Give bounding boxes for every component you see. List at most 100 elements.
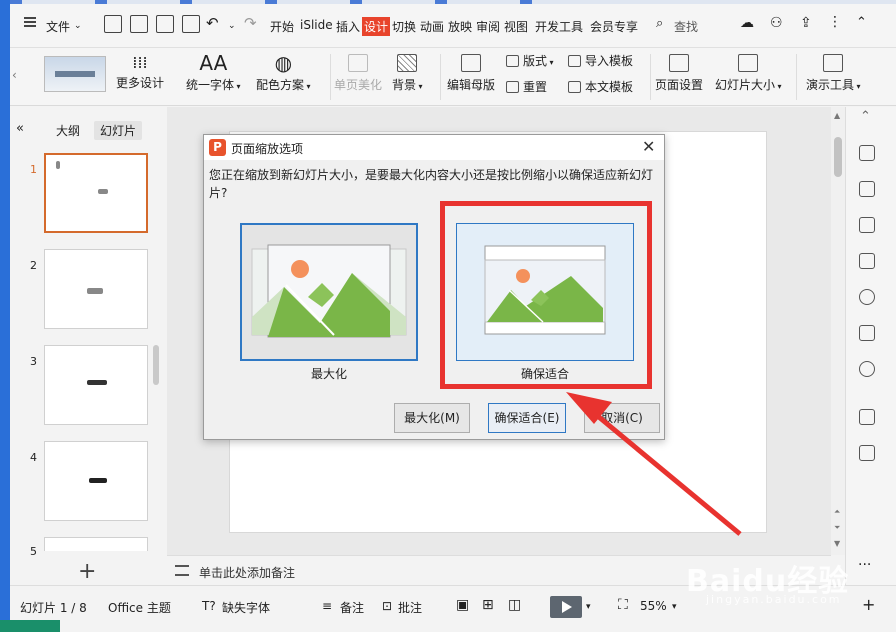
notes-toggle-button[interactable]: 备注 [340, 599, 364, 616]
design-template-thumbnail[interactable] [44, 56, 106, 92]
play-slideshow-button[interactable] [550, 596, 582, 618]
chevron-down-icon[interactable]: ⌄ [74, 21, 82, 31]
reading-icon[interactable] [859, 325, 875, 341]
previous-slide-icon[interactable]: ⏶ [834, 507, 840, 517]
theme-name[interactable]: Office 主题 [108, 599, 171, 616]
tab-review[interactable]: 审阅 [476, 18, 500, 35]
fit-window-icon[interactable]: ⛶ [618, 597, 628, 613]
collapse-ribbon-icon[interactable]: ⌃ [856, 15, 867, 30]
tab-developer[interactable]: 开发工具 [535, 18, 583, 35]
presenter-tools-button[interactable]: 演示工具 ▾ [806, 54, 861, 93]
zoom-dropdown-icon[interactable]: ▾ [672, 602, 677, 612]
undo-dropdown-icon[interactable]: ⌄ [228, 21, 236, 31]
maximize-option-label: 最大化 [310, 367, 347, 381]
ribbon-scroll-left-icon[interactable]: ‹ [12, 68, 17, 82]
font-icon: AA [199, 51, 228, 75]
watermark-url: jingyan.baidu.com [706, 593, 842, 606]
cloud-sync-icon[interactable]: ☁ [740, 15, 754, 31]
collapse-panel-icon[interactable]: « [16, 121, 24, 136]
import-template-button[interactable]: 导入模板 [568, 52, 633, 69]
export-pdf-icon[interactable] [130, 15, 148, 33]
tab-slideshow[interactable]: 放映 [448, 18, 472, 35]
picture-tools-icon[interactable] [859, 445, 875, 461]
canvas-scrollbar[interactable]: ▲ ⏶ ⏷ ▼ [831, 107, 845, 555]
tab-transition[interactable]: 切换 [392, 18, 416, 35]
layout-button[interactable]: 版式 ▾ [506, 52, 554, 69]
tab-outline[interactable]: 大纲 [50, 121, 86, 140]
scrollbar-thumb[interactable] [834, 137, 842, 177]
property-settings-icon[interactable] [859, 145, 875, 161]
background-button[interactable]: 背景 ▾ [392, 54, 423, 93]
more-icon[interactable]: ⋮ [828, 14, 842, 30]
maximize-button[interactable]: 最大化(M) [394, 403, 470, 433]
slide-sorter-icon[interactable]: ⊞ [482, 597, 494, 613]
smart-tools-icon[interactable] [859, 289, 875, 305]
print-icon[interactable] [156, 15, 174, 33]
scroll-down-icon[interactable]: ▼ [834, 539, 840, 548]
slide-thumbnail[interactable] [44, 249, 148, 329]
edit-master-button[interactable]: 编辑母版 [447, 54, 495, 93]
tab-animation[interactable]: 动画 [420, 18, 444, 35]
single-page-beautify-button[interactable]: 单页美化 [334, 54, 382, 93]
search-icon[interactable]: ⌕ [656, 16, 663, 31]
slide-thumbnail[interactable] [44, 537, 148, 551]
close-icon[interactable]: ✕ [642, 137, 655, 156]
grid-icon: ⁞⁞⁞ [132, 53, 148, 72]
transition-icon[interactable] [859, 217, 875, 233]
picture-icon[interactable] [859, 253, 875, 269]
tab-islide[interactable]: iSlide [300, 18, 333, 32]
tab-slides[interactable]: 幻灯片 [94, 121, 143, 140]
next-slide-icon[interactable]: ⏷ [834, 523, 840, 533]
slide-number: 2 [30, 259, 37, 272]
undo-icon[interactable]: ↶ [206, 14, 219, 32]
tab-view[interactable]: 视图 [504, 18, 528, 35]
slide-thumbnail[interactable] [44, 345, 148, 425]
more-options-icon[interactable]: ··· [858, 557, 871, 573]
search-button[interactable]: 查找 [674, 18, 698, 35]
unify-font-button[interactable]: AA 统一字体 ▾ [186, 52, 241, 93]
share-icon[interactable]: ⇪ [800, 15, 812, 31]
save-icon[interactable] [104, 15, 122, 33]
tab-insert[interactable]: 插入 [336, 18, 360, 35]
slide-thumbnail[interactable] [44, 441, 148, 521]
zoom-level[interactable]: 55% [640, 599, 667, 613]
file-menu[interactable]: 文件 [46, 18, 70, 35]
reading-view-icon[interactable]: ◫ [508, 597, 521, 613]
play-options-icon[interactable]: ▾ [586, 602, 591, 612]
effects-icon[interactable] [859, 181, 875, 197]
missing-font-button[interactable]: 缺失字体 [222, 599, 270, 616]
slide-thumbnail[interactable] [44, 153, 148, 233]
normal-view-icon[interactable]: ▣ [456, 597, 469, 613]
panel-scrollbar[interactable] [153, 345, 159, 385]
comments-button[interactable]: 批注 [398, 599, 422, 616]
panel-tabs: « 大纲 幻灯片 [10, 121, 167, 141]
tab-member[interactable]: 会员专享 [590, 18, 638, 35]
maximize-option[interactable] [240, 223, 418, 361]
tab-home[interactable]: 开始 [270, 18, 294, 35]
slide-indicator: 幻灯片 1 / 8 [20, 601, 87, 615]
scroll-up-icon[interactable]: ▲ [834, 111, 840, 120]
import-template-label: 导入模板 [585, 54, 634, 68]
zoom-in-icon[interactable]: + [862, 595, 875, 614]
redo-icon[interactable]: ↷ [244, 14, 257, 32]
reset-button[interactable]: 重置 [506, 78, 547, 95]
more-designs-button[interactable]: ⁞⁞⁞ 更多设计 [116, 54, 164, 91]
color-scheme-button[interactable]: ◍ 配色方案 ▾ [256, 52, 311, 93]
launch-icon[interactable] [859, 409, 875, 425]
scroll-up-icon[interactable]: ⌃ [860, 109, 871, 124]
ensure-fit-button[interactable]: 确保适合(E) [488, 403, 566, 433]
text-template-button[interactable]: 本文模板 [568, 78, 633, 95]
ribbon-divider [650, 54, 651, 100]
cancel-button[interactable]: 取消(C) [584, 403, 660, 433]
print-preview-icon[interactable] [182, 15, 200, 33]
collaborate-icon[interactable]: ⚇ [770, 15, 783, 31]
more-designs-label: 更多设计 [116, 76, 165, 90]
add-slide-button[interactable]: + [78, 559, 96, 584]
tab-design[interactable]: 设计 [362, 17, 391, 36]
page-setup-button[interactable]: 页面设置 [655, 54, 703, 93]
reset-icon [506, 81, 519, 93]
help-icon[interactable] [859, 361, 875, 377]
annotation-highlight-box [440, 201, 652, 389]
slide-size-button[interactable]: 幻灯片大小 ▾ [715, 54, 782, 93]
hamburger-menu-icon[interactable] [24, 17, 36, 27]
